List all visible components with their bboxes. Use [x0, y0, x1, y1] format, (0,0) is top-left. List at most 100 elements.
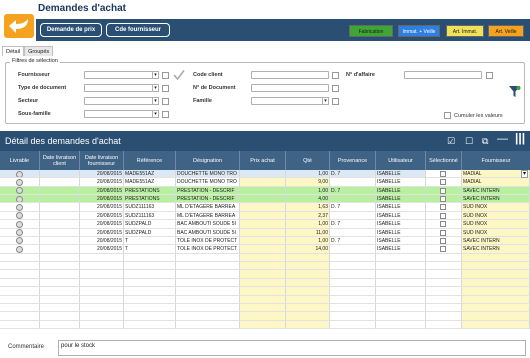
empty-cell	[80, 278, 124, 288]
col-prix-achat[interactable]: Prix achat	[240, 151, 286, 170]
tab-groupes[interactable]: Groupés	[24, 46, 54, 56]
tab-detail[interactable]: Détail	[2, 46, 25, 56]
fournisseur-checkbox[interactable]	[162, 71, 169, 79]
row-select-checkbox[interactable]	[440, 229, 446, 236]
cde-fournisseur-button[interactable]: Cde fournisseur	[106, 23, 170, 37]
type-document-checkbox[interactable]	[162, 84, 169, 92]
table-row[interactable]: 20/08/2015 PRESTATIONS PRESTATION - DESCRI…	[0, 195, 530, 204]
row-select-checkbox[interactable]	[440, 204, 446, 211]
secteur-label: Secteur	[18, 98, 39, 104]
qte-cell: 1,00	[286, 186, 330, 196]
no-affaire-field[interactable]	[404, 71, 482, 79]
livrable-cell	[0, 195, 40, 204]
row-select-checkbox[interactable]	[440, 179, 446, 186]
back-button[interactable]	[4, 14, 34, 38]
col-provenance[interactable]: Provenance	[330, 151, 376, 170]
col-livrable[interactable]: Livrable	[0, 151, 40, 170]
provenance-cell: D. 7	[330, 203, 376, 212]
deselect-all-icon[interactable]: ☐	[465, 136, 473, 146]
table-cell	[240, 186, 286, 196]
table-row[interactable]	[0, 270, 530, 279]
reference-cell: PRESTATIONS	[124, 186, 176, 196]
row-select-checkbox[interactable]	[440, 187, 446, 194]
copy-icon[interactable]: ⧉	[482, 136, 488, 146]
table-row[interactable]	[0, 295, 530, 304]
selectionne-cell	[426, 220, 462, 229]
row-select-checkbox[interactable]	[440, 196, 446, 203]
table-row[interactable]: 20/08/2015 T TOLE INOX DE PROTECT 1,00 D. 7I…	[0, 236, 530, 246]
fournisseur-cell: MADIAL	[462, 178, 530, 187]
sous-famille-checkbox[interactable]	[162, 110, 169, 118]
empty-cell	[330, 312, 376, 321]
famille-dropdown[interactable]: ▾	[322, 97, 329, 105]
no-document-field[interactable]	[251, 84, 329, 92]
fournisseur-field[interactable]	[84, 71, 154, 79]
table-row[interactable]	[0, 287, 530, 296]
table-row[interactable]: 20/08/2015 SUDZ111163 ML D'ETAGERE BARREA 1…	[0, 203, 530, 212]
row-select-checkbox[interactable]	[440, 212, 446, 219]
designation-cell: BAC AMBOUTI SOUDE 5I	[176, 220, 240, 229]
col-date-livraison-fournisseur[interactable]: Date livraison fournisseur	[80, 151, 124, 170]
row-select-checkbox[interactable]	[440, 171, 446, 177]
minimize-icon[interactable]: —	[497, 134, 508, 145]
livrable-indicator-icon	[16, 187, 23, 195]
table-row[interactable]: 20/08/2015 MADE551AZ DOUCHETTE MONO TRO 9,0…	[0, 178, 530, 187]
table-row[interactable]	[0, 253, 530, 263]
col-designation[interactable]: Désignation	[176, 151, 240, 170]
empty-cell	[286, 278, 330, 288]
empty-cell	[330, 303, 376, 313]
qte-cell: 1,00	[286, 236, 330, 246]
sous-famille-field[interactable]	[84, 110, 154, 118]
columns-icon[interactable]: |||	[515, 132, 525, 144]
table-row[interactable]: 20/08/2015 SUDZPALD BAC AMBOUTI SOUDE 5I 1,…	[0, 220, 530, 229]
filters-legend: Filtres de sélection	[10, 58, 60, 64]
fournisseur-dropdown[interactable]: ▾	[152, 71, 159, 79]
famille-checkbox[interactable]	[332, 97, 339, 105]
utilisateur-cell: ISABELLE	[376, 245, 426, 254]
col-selectionne[interactable]: Sélectionné	[426, 151, 462, 170]
type-document-dropdown[interactable]: ▾	[152, 84, 159, 92]
fournisseur-dropdown-icon[interactable]: ▾	[520, 170, 528, 178]
table-row[interactable]	[0, 303, 530, 313]
famille-field[interactable]	[251, 97, 329, 105]
col-reference[interactable]: Référence	[124, 151, 176, 170]
designation-cell: TOLE INOX DE PROTECT	[176, 245, 240, 254]
secteur-field[interactable]	[84, 97, 154, 105]
empty-cell	[376, 270, 426, 279]
row-select-checkbox[interactable]	[440, 246, 446, 253]
sous-famille-dropdown[interactable]: ▾	[152, 110, 159, 118]
code-client-checkbox[interactable]	[332, 71, 339, 79]
col-date-livraison-client[interactable]: Date livraison client	[40, 151, 80, 170]
table-row[interactable]: 20/08/2015 PRESTATIONS PRESTATION - DESCRI…	[0, 186, 530, 196]
header: Demandes d'achat Demande de prix Cde fou…	[0, 0, 530, 42]
code-client-field[interactable]	[251, 71, 329, 79]
table-row[interactable]: 20/08/2015 T TOLE INOX DE PROTECT 14,00 ISAB…	[0, 245, 530, 254]
table-row[interactable]	[0, 278, 530, 288]
page-title: Demandes d'achat	[38, 3, 126, 14]
table-row[interactable]	[0, 320, 530, 329]
table-row[interactable]: 20/08/2015 SUDZPALD BAC AMBOUTI SOUDE 5I 11…	[0, 228, 530, 237]
empty-cell	[330, 253, 376, 263]
type-document-field[interactable]	[84, 84, 154, 92]
no-document-checkbox[interactable]	[332, 84, 339, 92]
no-affaire-checkbox[interactable]	[486, 71, 493, 79]
validate-check-icon[interactable]	[173, 69, 185, 81]
table-row[interactable]: 20/08/2015 SUDZ111163 ML D'ETAGERE BARREA 2…	[0, 211, 530, 221]
secteur-dropdown[interactable]: ▾	[152, 97, 159, 105]
col-fournisseur[interactable]: Fournisseur	[462, 151, 530, 170]
row-select-checkbox[interactable]	[440, 237, 446, 244]
cumuler-checkbox[interactable]	[444, 112, 451, 119]
table-row[interactable]	[0, 312, 530, 321]
fournisseur-cell: SAVEC INTERN	[462, 236, 530, 246]
empty-cell	[286, 312, 330, 321]
demande-de-prix-button[interactable]: Demande de prix	[40, 23, 102, 37]
filter-icon[interactable]	[508, 85, 521, 98]
col-utilisateur[interactable]: Utilisateur	[376, 151, 426, 170]
table-row[interactable]	[0, 262, 530, 271]
comment-field[interactable]: pour le stock	[58, 340, 526, 356]
col-qte[interactable]: Qté	[286, 151, 330, 170]
secteur-checkbox[interactable]	[162, 97, 169, 105]
select-all-icon[interactable]: ☑	[447, 136, 455, 146]
table-row[interactable]: 20/08/2015 MADE551AZ DOUCHETTE MONO TRO 1,0…	[0, 170, 530, 179]
row-select-checkbox[interactable]	[440, 221, 446, 228]
